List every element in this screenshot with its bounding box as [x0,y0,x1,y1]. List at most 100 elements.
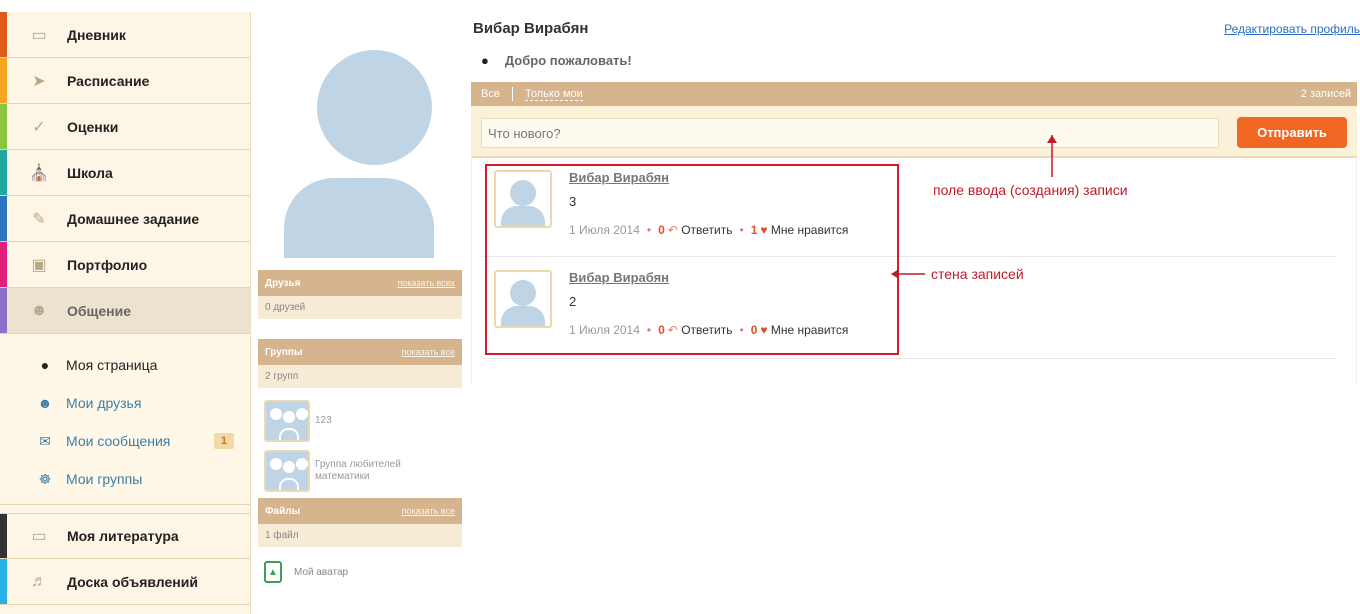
nav-stripe [0,559,7,604]
person-head [270,458,282,470]
submenu-label: Мои группы [66,471,143,487]
nav-stripe [0,242,7,287]
groups-panel-header: Группы показать все [258,339,462,365]
nav-stripe [0,514,7,558]
nav-stripe [0,58,7,103]
megaphone-icon: ♬ [31,572,47,590]
groups-show-all-link[interactable]: показать все [402,347,455,357]
sidebar-item-grades[interactable]: ✓ Оценки [0,104,250,150]
sidebar-item-label: Оценки [67,118,119,135]
group-item[interactable]: 123 [258,400,462,442]
welcome-row: ● Добро пожаловать! [481,53,632,68]
group-item[interactable]: Группа любителей математики [258,450,462,492]
submenu-my-page[interactable]: ● Моя страница [0,346,250,384]
submenu-my-groups[interactable]: ☸ Мои группы [0,460,250,498]
sidebar-item-label: Домашнее задание [67,210,200,227]
person-head [283,411,295,423]
profile-column: Друзья показать всех 0 друзей Группы пок… [258,12,462,583]
smile-icon: ☻ [37,395,53,411]
person-body [279,478,299,490]
book-icon: ▭ [31,528,47,545]
edit-profile-link[interactable]: Редактировать профиль [1224,22,1360,36]
sidebar-item-label: Дневник [67,26,126,43]
sidebar-item-school[interactable]: ⛪ Школа [0,150,250,196]
arrow-head-up [1047,135,1057,143]
sidebar-item-board[interactable]: ♬ Доска объявлений [0,559,250,605]
group-thumbnail [264,450,310,492]
annotation-input-note: поле ввода (создания) записи [933,182,1128,198]
main-content: Вибар Вирабян Редактировать профиль ● До… [471,0,1360,614]
people-icon: ☻ [30,301,48,319]
friends-show-all-link[interactable]: показать всех [397,278,455,288]
files-panel-header: Файлы показать все [258,498,462,524]
nav-stripe [0,288,7,333]
file-item[interactable]: ▲ Мой аватар [258,561,462,583]
sidebar-item-literature[interactable]: ▭ Моя литература [0,513,250,559]
checkmark-icon: ✓ [32,118,46,136]
sidebar-item-label: Школа [67,164,113,181]
annotation-arrows [891,135,1057,279]
avatar-body-shape [284,178,434,258]
person-head [283,461,295,473]
files-count: 1 файл [258,524,462,547]
friends-title: Друзья [265,277,301,289]
person-head [296,408,308,420]
group-thumbnail [264,400,310,442]
book-icon: ▭ [31,26,47,44]
unread-badge: 1 [213,433,234,449]
arrow-head-left [891,269,899,279]
sidebar-item-portfolio[interactable]: ▣ Портфолио [0,242,250,288]
sidebar-item-schedule[interactable]: ➤ Расписание [0,58,250,104]
homework-icon: ✎ [32,210,46,228]
friends-count: 0 друзей [258,296,462,319]
groups-count: 2 групп [258,365,462,388]
files-title: Файлы [265,505,301,517]
welcome-text: Добро пожаловать! [504,53,632,68]
filter-mine-tab[interactable]: Только мои [524,88,583,101]
user-icon: ● [40,357,50,373]
feed-filter-bar: Все Только мои 2 записей [471,82,1357,106]
sidebar-item-communication[interactable]: ☻ Общение [0,288,250,334]
image-file-icon: ▲ [264,561,282,583]
sidebar: ▭ Дневник ➤ Расписание ✓ Оценки ⛪ Школа … [0,12,251,614]
nav-stripe [0,104,7,149]
person-head [270,408,282,420]
file-name[interactable]: Мой аватар [294,567,348,578]
submenu-my-messages[interactable]: ✉ Мои сообщения 1 [0,422,250,460]
sidebar-item-label: Общение [67,302,131,319]
submenu-label: Моя страница [66,357,158,373]
submenu-label: Мои друзья [66,395,142,411]
nav-stripe [0,12,7,57]
submenu-my-friends[interactable]: ☻ Мои друзья [0,384,250,422]
sidebar-item-diary[interactable]: ▭ Дневник [0,12,250,58]
speech-bubble-icon: ● [481,53,489,68]
wall-highlight-box [485,164,899,355]
group-icon: ☸ [38,470,52,487]
files-show-all-link[interactable]: показать все [402,506,455,516]
sidebar-item-label: Портфолио [67,256,148,273]
envelope-icon: ✉ [39,432,51,449]
send-button[interactable]: Отправить [1237,117,1347,148]
sidebar-item-label: Доска объявлений [67,573,198,590]
pin-icon: ➤ [32,72,46,90]
nav-stripe [0,196,7,241]
sidebar-item-label: Моя литература [67,528,179,544]
post-divider [482,358,1336,359]
filter-divider [511,87,513,101]
group-name[interactable]: 123 [315,415,332,427]
briefcase-icon: ▣ [31,256,47,274]
nav-stripe [0,150,7,195]
annotation-wall-note: стена записей [931,266,1024,282]
sidebar-item-label: Расписание [67,72,150,89]
submenu-label: Мои сообщения [66,433,171,449]
communication-submenu: ● Моя страница ☻ Мои друзья ✉ Мои сообще… [0,334,250,505]
sidebar-item-homework[interactable]: ✎ Домашнее задание [0,196,250,242]
avatar-head-shape [317,50,432,165]
friends-panel-header: Друзья показать всех [258,270,462,296]
person-body [279,428,299,440]
filter-all-tab[interactable]: Все [481,88,500,100]
profile-avatar [284,50,464,258]
group-name[interactable]: Группа любителей математики [315,459,405,483]
groups-title: Группы [265,346,303,358]
building-icon: ⛪ [29,164,49,182]
